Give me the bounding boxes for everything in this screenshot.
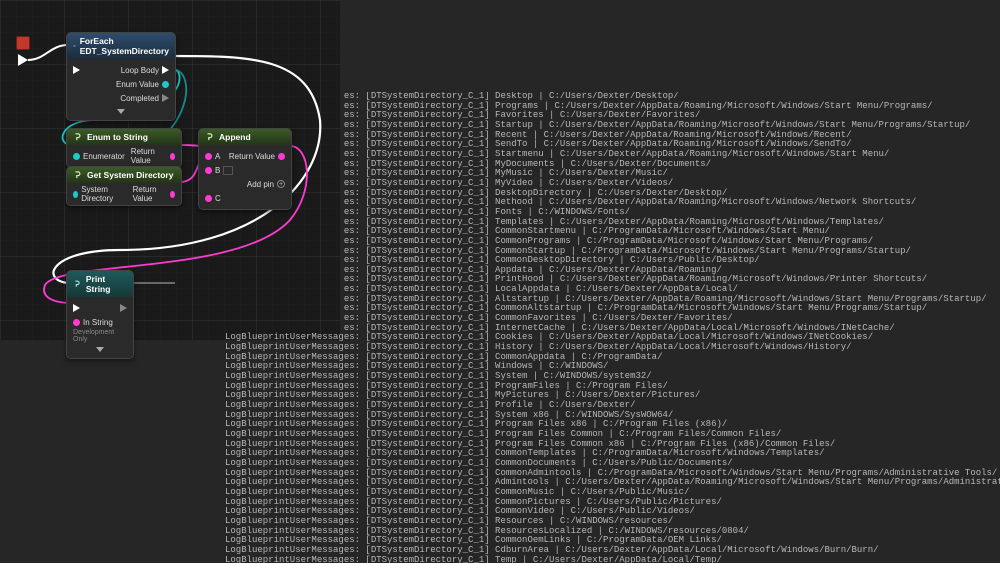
pin-label: Return Value — [131, 147, 167, 165]
data-in-pin[interactable] — [205, 195, 212, 202]
exec-out-pin[interactable] — [120, 304, 127, 312]
exec-in-pin[interactable] — [73, 304, 80, 312]
node-enum-to-string[interactable]: Enum to String Enumerator Return Value — [66, 128, 182, 168]
pin-label: Enum Value — [116, 80, 159, 89]
node-title: Get System Directory — [87, 170, 173, 180]
node-header[interactable]: Get System Directory — [67, 167, 181, 183]
pin-label: In String — [83, 318, 113, 327]
pin-label: System Directory — [81, 185, 126, 203]
node-title: Print String — [86, 274, 127, 294]
function-icon — [73, 279, 82, 289]
pin-label: Return Value — [133, 185, 167, 203]
pin-label: A — [215, 152, 220, 161]
pin-label: Completed — [120, 94, 159, 103]
stop-pie-button[interactable] — [16, 36, 30, 50]
data-in-pin[interactable] — [73, 319, 80, 326]
node-header[interactable]: Enum to String — [67, 129, 181, 145]
exec-in-pin[interactable] — [73, 66, 80, 74]
function-icon — [73, 132, 83, 142]
pin-label: Loop Body — [121, 66, 159, 75]
node-print-string[interactable]: Print String In String Development Only — [66, 270, 134, 359]
exec-entry-arrow — [18, 54, 28, 66]
data-in-pin[interactable] — [205, 167, 212, 174]
function-icon — [205, 132, 215, 142]
node-foreach[interactable]: ForEach EDT_SystemDirectory Loop Body En… — [66, 32, 176, 121]
pin-label: Enumerator — [83, 152, 125, 161]
data-out-pin[interactable] — [170, 153, 175, 160]
function-icon — [73, 170, 83, 180]
node-header[interactable]: ForEach EDT_SystemDirectory — [67, 33, 175, 59]
node-title: ForEach EDT_SystemDirectory — [80, 36, 169, 56]
data-out-pin[interactable] — [170, 191, 175, 198]
chevron-down-icon[interactable] — [96, 347, 104, 352]
node-header[interactable]: Print String — [67, 271, 133, 297]
node-title: Enum to String — [87, 132, 148, 142]
exec-out-pin[interactable] — [162, 66, 169, 74]
chevron-down-icon[interactable] — [117, 109, 125, 114]
pin-label: C — [215, 194, 221, 203]
exec-out-pin[interactable] — [162, 94, 169, 102]
pin-label: Development Only — [73, 329, 127, 343]
data-in-pin[interactable] — [73, 153, 80, 160]
output-log[interactable]: es: [DTSystemDirectory_C_1] Desktop | C:… — [225, 92, 1000, 563]
loop-icon — [73, 41, 76, 51]
node-get-system-directory[interactable]: Get System Directory System Directory Re… — [66, 166, 182, 206]
data-in-pin[interactable] — [205, 153, 212, 160]
data-out-pin[interactable] — [162, 81, 169, 88]
data-in-pin[interactable] — [73, 191, 78, 198]
pin-label: B — [215, 166, 220, 175]
